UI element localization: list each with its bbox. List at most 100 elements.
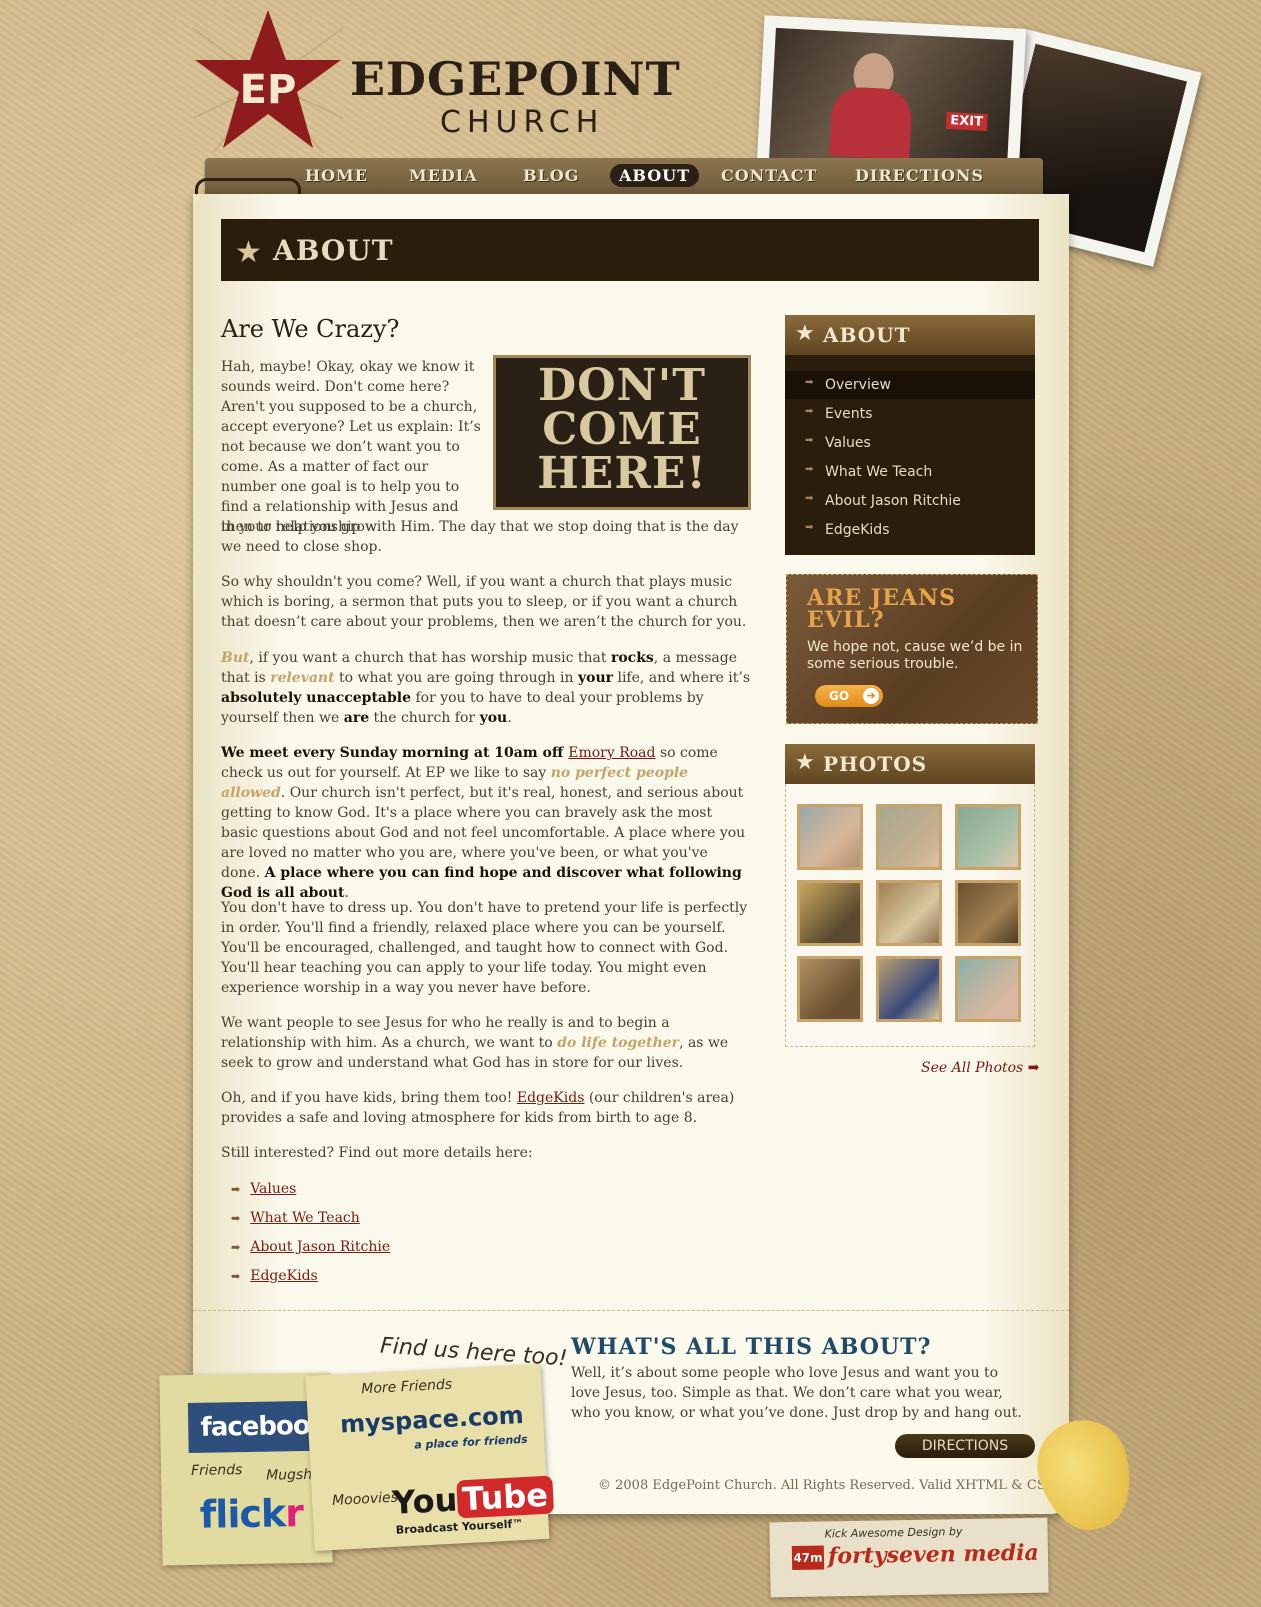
star-icon: ★ — [235, 235, 262, 270]
photo-thumbnail[interactable] — [955, 880, 1021, 946]
jeans-title: ARE JEANS EVIL? — [807, 585, 957, 633]
jeans-text: We hope not, cause we’d be in some serio… — [807, 639, 1023, 672]
credit-small-text: Kick Awesome Design by — [824, 1525, 963, 1541]
sidebar-about-title: ABOUT — [823, 323, 911, 347]
brand-name: EDGEPOINT — [350, 52, 681, 106]
sidebar-photos-title: PHOTOS — [823, 752, 928, 776]
sidebar-item-what-we-teach[interactable]: ➡ What We Teach — [785, 458, 1035, 486]
details-list: ➡ Values ➡ What We Teach ➡ About Jason Ritc… — [231, 1181, 390, 1297]
photo-thumbnail[interactable] — [876, 804, 942, 870]
kids-paragraph: Oh, and if you have kids, bring them too… — [221, 1090, 735, 1126]
sidebar-photos-header: ★ PHOTOS — [785, 744, 1035, 784]
myspace-tagline: a place for friends — [413, 1432, 528, 1452]
exit-sign: EXIT — [945, 111, 988, 132]
dress-paragraph: You don't have to dress up. You don't ha… — [221, 900, 748, 996]
image-text-line: COME — [542, 404, 702, 455]
photo-thumbnail[interactable] — [797, 804, 863, 870]
sidebar-item-events[interactable]: ➡ Events — [785, 400, 1035, 428]
logo-star-icon[interactable]: EP — [193, 8, 343, 153]
meeting-paragraph: We meet every Sunday morning at 10am off… — [221, 745, 746, 901]
arrow-icon: ➡ — [231, 1241, 241, 1254]
but-paragraph: But, if you want a church that has worsh… — [221, 650, 751, 726]
content-heading: Are We Crazy? — [221, 315, 400, 343]
friends-label: Friends — [190, 1462, 243, 1479]
nav-home[interactable]: HOME — [305, 166, 368, 185]
list-item: ➡ EdgeKids — [231, 1268, 390, 1297]
nav-media[interactable]: MEDIA — [409, 166, 478, 185]
image-text-line: DON'T — [538, 360, 706, 411]
arrow-icon: ➡ — [805, 464, 814, 475]
details-link-values[interactable]: Values — [250, 1181, 296, 1197]
list-item: ➡ What We Teach — [231, 1210, 390, 1239]
emphasis-text: do life together — [557, 1035, 680, 1051]
nav-directions[interactable]: DIRECTIONS — [855, 166, 984, 185]
nav-contact[interactable]: CONTACT — [721, 166, 817, 185]
photo-thumbnail[interactable] — [797, 956, 863, 1022]
footer-about-title: WHAT'S ALL THIS ABOUT? — [571, 1334, 932, 1360]
jesus-paragraph: We want people to see Jesus for who he r… — [221, 1015, 729, 1071]
arrow-icon: ➡ — [805, 435, 814, 446]
arrow-icon: ➡ — [805, 493, 814, 504]
youtube-link[interactable]: YouTube — [391, 1475, 554, 1522]
more-friends-label: More Friends — [360, 1376, 453, 1398]
page-title: ABOUT — [273, 234, 394, 267]
arrow-icon: ➡ — [805, 522, 814, 533]
social-sticky-note-2: More Friends myspace.com a place for fri… — [305, 1363, 554, 1552]
list-item: ➡ About Jason Ritchie — [231, 1239, 390, 1268]
design-credit[interactable]: Kick Awesome Design by 47m fortyseven me… — [769, 1517, 1049, 1598]
arrow-icon: ➡ — [231, 1270, 241, 1283]
nav-about[interactable]: ABOUT — [610, 164, 700, 187]
sidebar-photos: ★ PHOTOS — [785, 744, 1035, 1047]
arrow-right-icon: ➜ — [863, 688, 879, 704]
jeans-promo[interactable]: ARE JEANS EVIL? We hope not, cause we’d b… — [786, 574, 1038, 724]
page-title-banner: ★ ABOUT — [221, 219, 1039, 281]
photo-thumbnail[interactable] — [955, 804, 1021, 870]
credit-logo-icon: 47m — [791, 1545, 825, 1571]
myspace-link[interactable]: myspace.com — [339, 1401, 524, 1439]
arrow-icon: ➡ — [805, 377, 814, 388]
intro-paragraph: Hah, maybe! Okay, okay we know it sounds… — [221, 359, 481, 535]
flickr-link[interactable]: flickr — [199, 1491, 303, 1537]
copyright-text: © 2008 EdgePoint Church. All Rights Rese… — [598, 1478, 1059, 1493]
photo-thumbnail[interactable] — [955, 956, 1021, 1022]
edgekids-link[interactable]: EdgeKids — [517, 1090, 585, 1106]
sidebar-item-overview[interactable]: ➡ Overview — [785, 371, 1035, 399]
arrow-icon: ➡ — [231, 1183, 241, 1196]
emory-road-link[interactable]: Emory Road — [568, 745, 655, 761]
mooovies-label: Mooovies — [331, 1489, 399, 1510]
see-all-photos-link[interactable]: See All Photos ➡ — [921, 1060, 1039, 1076]
photo-thumbnail[interactable] — [876, 880, 942, 946]
arrow-icon: ➡ — [1027, 1060, 1040, 1076]
dont-come-here-image: DON'T COME HERE! — [493, 355, 751, 510]
emphasis-text: relevant — [270, 670, 335, 686]
sidebar-about-header: ★ ABOUT — [785, 315, 1035, 355]
credit-name: fortyseven media — [827, 1539, 1039, 1570]
photo-thumbnail[interactable] — [797, 880, 863, 946]
image-text-line: HERE! — [537, 448, 707, 499]
nav-blog[interactable]: BLOG — [523, 166, 579, 185]
list-item: ➡ Values — [231, 1181, 390, 1210]
arrow-icon: ➡ — [805, 406, 814, 417]
details-intro: Still interested? Find out more details … — [221, 1145, 533, 1161]
footer-about-text: Well, it’s about some people who love Je… — [571, 1365, 1022, 1421]
emphasis-text: But — [221, 650, 250, 666]
jeans-go-button[interactable]: GO ➜ — [815, 685, 883, 707]
arrow-icon: ➡ — [231, 1212, 241, 1225]
photo-thumbnail[interactable] — [876, 956, 942, 1022]
star-icon: ★ — [795, 321, 815, 346]
brand-subtitle: CHURCH — [440, 105, 605, 140]
logo-letters: EP — [240, 67, 297, 113]
sidebar-item-values[interactable]: ➡ Values — [785, 429, 1035, 457]
intro-paragraph-cont: in your relationship with Him. The day t… — [221, 519, 739, 555]
star-icon: ★ — [795, 750, 815, 775]
details-link-jason-ritchie[interactable]: About Jason Ritchie — [250, 1239, 390, 1255]
directions-button[interactable]: DIRECTIONS — [895, 1434, 1035, 1458]
details-link-what-we-teach[interactable]: What We Teach — [250, 1210, 360, 1226]
sidebar-item-jason-ritchie[interactable]: ➡ About Jason Ritchie — [785, 487, 1035, 515]
footer-divider — [193, 1310, 1069, 1311]
main-nav: HOME MEDIA BLOG ABOUT CONTACT DIRECTIONS — [205, 158, 1043, 194]
sidebar-item-edgekids[interactable]: ➡ EdgeKids — [785, 516, 1035, 544]
why-not-paragraph: So why shouldn't you come? Well, if you … — [221, 574, 747, 630]
details-link-edgekids[interactable]: EdgeKids — [250, 1268, 318, 1284]
sidebar-about-nav: ★ ABOUT ➡ Overview ➡ Events ➡ Values ➡ What … — [785, 315, 1035, 555]
